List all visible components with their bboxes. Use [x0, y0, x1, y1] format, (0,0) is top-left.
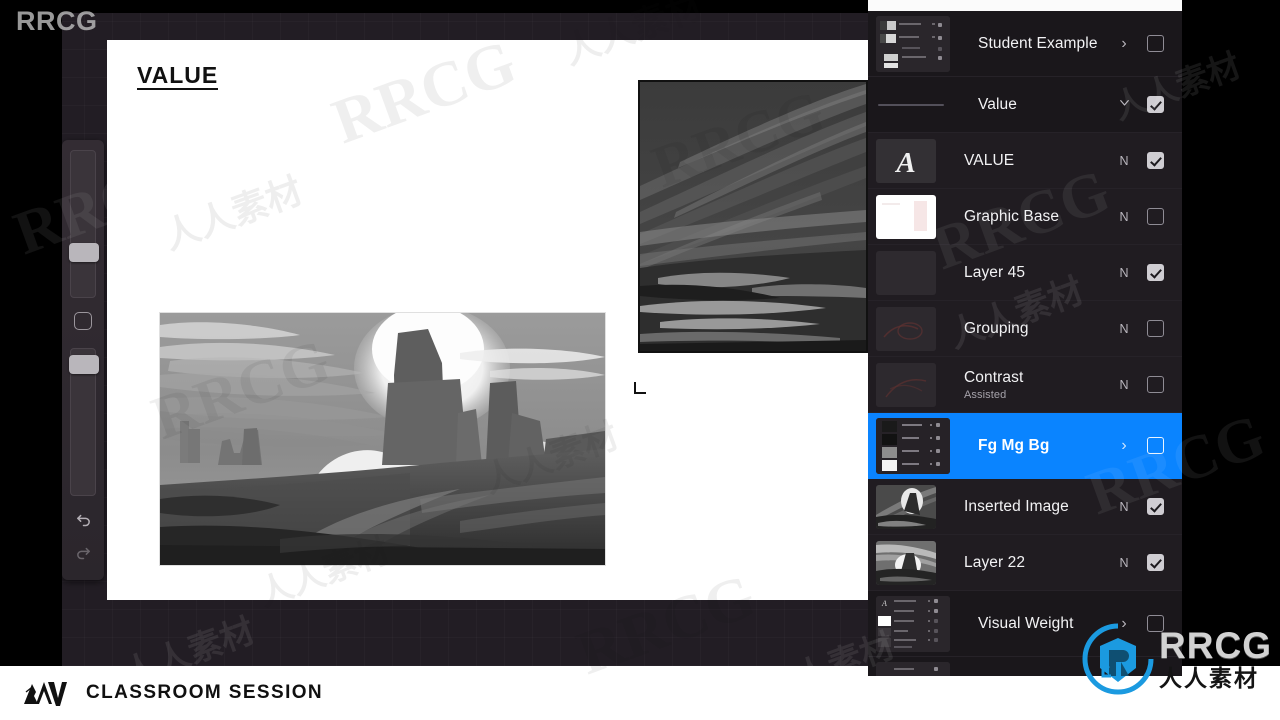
main-artwork[interactable]	[160, 313, 605, 565]
artboard-canvas[interactable]: VALUE	[107, 40, 868, 600]
layer-thumbnail-empty[interactable]	[876, 250, 936, 295]
modify-button[interactable]	[74, 312, 92, 330]
layer-visibility-checkbox[interactable]	[1147, 498, 1164, 515]
layer-row-value-group[interactable]: Value	[868, 77, 1182, 133]
blend-mode-label[interactable]: N	[1110, 322, 1138, 336]
layer-visibility-checkbox[interactable]	[1147, 320, 1164, 337]
layer-sub-label: Assisted	[964, 388, 1007, 401]
faint-marks-icon	[876, 306, 936, 351]
brush-size-slider[interactable]	[69, 150, 99, 298]
undo-icon[interactable]	[62, 505, 104, 535]
faint-marks-icon	[876, 362, 936, 407]
chevron-right-icon[interactable]: ›	[1110, 437, 1138, 455]
panel-top-edge	[868, 0, 1182, 11]
letter-a-icon: A	[876, 138, 936, 183]
layer-thumbnail-group[interactable]: A	[876, 661, 950, 677]
main-artwork-svg	[160, 313, 605, 565]
landscape-bw-icon	[876, 484, 936, 529]
layer-row-graphic-base[interactable]: Graphic Base N	[868, 189, 1182, 245]
layer-name: Graphic Base	[964, 207, 1060, 225]
redo-icon[interactable]	[62, 538, 104, 568]
layer-name: Visual Weight	[978, 614, 1074, 632]
opacity-slider[interactable]	[69, 348, 99, 496]
layer-visibility-checkbox[interactable]	[1147, 264, 1164, 281]
layer-thumbnail-landscape[interactable]	[876, 540, 936, 585]
layers-panel[interactable]: Student Example › Value A VALUE N Graphi…	[868, 11, 1182, 676]
blend-mode-label[interactable]: N	[1110, 556, 1138, 570]
layer-visibility-checkbox[interactable]	[1147, 35, 1164, 52]
layer-name-text: Contrast	[964, 368, 1024, 386]
layer-thumbnail-text[interactable]: A	[876, 138, 936, 183]
layer-thumbnail-group[interactable]	[876, 417, 950, 474]
group-stack-icon: A	[876, 595, 950, 652]
inset-artwork[interactable]	[638, 80, 868, 353]
left-black-strip	[0, 12, 62, 666]
layer-name: VALUE	[964, 151, 1015, 169]
layer-thumbnail-group[interactable]	[876, 15, 950, 72]
layer-row-layer-22[interactable]: Layer 22 N	[868, 535, 1182, 591]
layer-thumbnail-group[interactable]: A	[876, 595, 950, 652]
blend-mode-label[interactable]: N	[1110, 210, 1138, 224]
layer-row-student-example[interactable]: Student Example ›	[868, 11, 1182, 77]
layer-visibility-checkbox[interactable]	[1147, 152, 1164, 169]
layer-name: Fg Mg Bg	[978, 436, 1050, 454]
landscape-bw-icon	[876, 540, 936, 585]
svg-text:A: A	[879, 676, 886, 677]
layer-name: Student Example	[978, 34, 1098, 52]
brush-size-thumb[interactable]	[69, 243, 99, 262]
svg-text:A: A	[881, 599, 887, 608]
layer-name: Layer 22	[964, 553, 1026, 571]
aaron-blaise-logo-icon	[22, 678, 68, 708]
group-stack-icon	[876, 15, 950, 72]
layer-name: Layer 45	[964, 263, 1026, 281]
blend-mode-label[interactable]: N	[1110, 266, 1138, 280]
layer-thumbnail-landscape[interactable]	[876, 484, 936, 529]
layer-name: Contrast Assisted	[964, 369, 1110, 401]
screen-root: RRCG VALUE Student Example › Value A VAL…	[0, 0, 1280, 720]
layer-thumbnail-white-page[interactable]	[876, 194, 936, 239]
chevron-right-icon[interactable]: ›	[1110, 35, 1138, 53]
layer-thumbnail-marks[interactable]	[876, 306, 936, 351]
layer-row-rule-of-third[interactable]: A Rule Of Third ›	[868, 657, 1182, 676]
group-stack-icon: A	[876, 661, 950, 677]
group-stack-dark-icon	[876, 417, 950, 474]
layer-row-grouping[interactable]: Grouping N	[868, 301, 1182, 357]
layer-row-visual-weight[interactable]: A Visual Weight ›	[868, 591, 1182, 657]
panel-right-void	[1182, 0, 1280, 666]
layer-visibility-checkbox[interactable]	[1147, 96, 1164, 113]
inset-artwork-svg	[640, 82, 866, 351]
selection-handle[interactable]	[634, 382, 646, 394]
layer-row-inserted-image[interactable]: Inserted Image N	[868, 479, 1182, 535]
chevron-right-icon[interactable]: ›	[1110, 615, 1138, 633]
layer-visibility-checkbox[interactable]	[1147, 437, 1164, 454]
layer-visibility-checkbox[interactable]	[1147, 208, 1164, 225]
layer-row-fg-mg-bg[interactable]: Fg Mg Bg ›	[868, 413, 1182, 479]
blend-mode-label[interactable]: N	[1110, 500, 1138, 514]
layer-name: Grouping	[964, 319, 1029, 337]
layer-thumbnail-marks[interactable]	[876, 362, 936, 407]
layer-row-layer-45[interactable]: Layer 45 N	[868, 245, 1182, 301]
layer-visibility-checkbox[interactable]	[1147, 376, 1164, 393]
blend-mode-label[interactable]: N	[1110, 378, 1138, 392]
mountain-w-logo	[24, 682, 67, 706]
artboard-title: VALUE	[137, 63, 219, 91]
layer-row-value-text[interactable]: A VALUE N	[868, 133, 1182, 189]
layer-visibility-checkbox[interactable]	[1147, 615, 1164, 632]
brand-title: CLASSROOM SESSION	[86, 682, 324, 703]
procreate-sidebar[interactable]	[62, 140, 104, 580]
layer-row-contrast[interactable]: Contrast Assisted N	[868, 357, 1182, 413]
white-page-icon	[876, 194, 936, 239]
group-divider-rule	[876, 83, 950, 127]
layer-name: Inserted Image	[964, 497, 1069, 515]
chevron-down-icon[interactable]	[1110, 95, 1138, 115]
layer-visibility-checkbox[interactable]	[1147, 554, 1164, 571]
blend-mode-label[interactable]: N	[1110, 154, 1138, 168]
layer-name: Value	[978, 95, 1017, 113]
opacity-thumb[interactable]	[69, 355, 99, 374]
svg-text:A: A	[894, 147, 915, 179]
